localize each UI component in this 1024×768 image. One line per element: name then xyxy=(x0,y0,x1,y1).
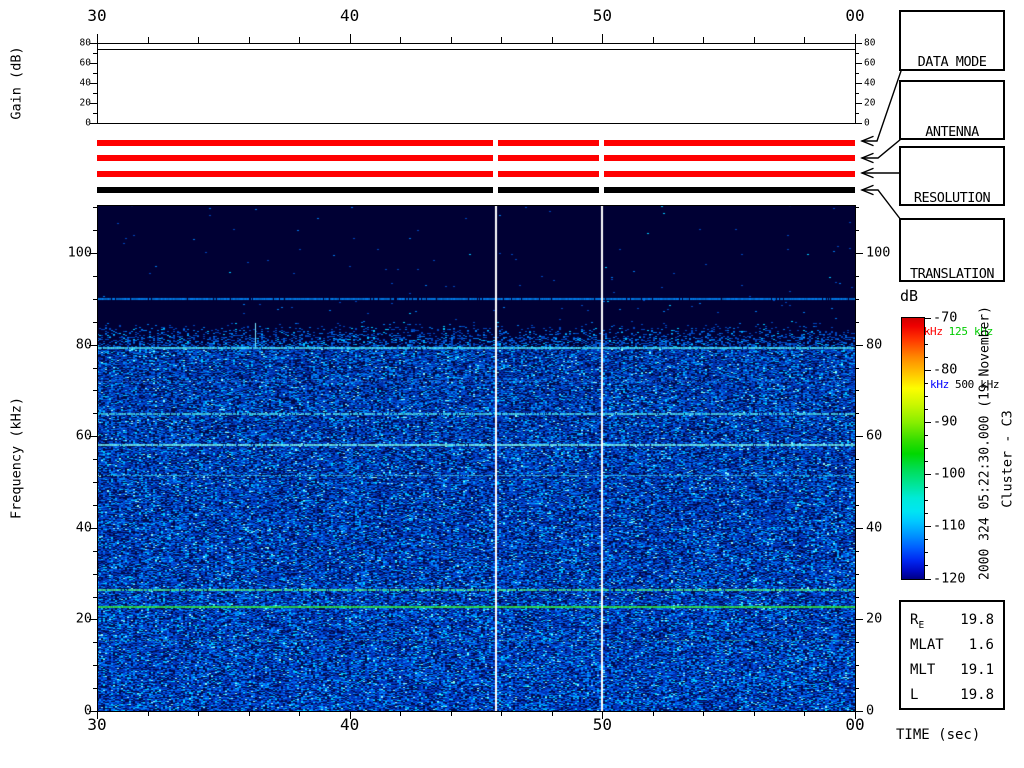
tick-label-freq-right-3: 40 xyxy=(866,519,883,536)
spacecraft-label: Cluster - C3 xyxy=(999,410,1016,508)
ephemeris-value: 19.8 xyxy=(960,687,994,703)
translation-title: TRANSLATION xyxy=(910,266,994,282)
data-mode-box: DATA MODE DSNFilterDC xyxy=(899,10,1005,134)
ephemeris-value: 19.8 xyxy=(960,612,994,628)
antenna-title: ANTENNA xyxy=(925,124,979,140)
ephemeris-row-re: RE 19.8 xyxy=(901,612,1003,637)
tick-label-freq-right-1: 80 xyxy=(866,335,883,352)
data-mode-bar xyxy=(498,140,599,146)
tick-label-freq-right-5: 0 xyxy=(866,702,875,719)
tick-label-freq-left-0: 100 xyxy=(67,244,92,261)
tick-label-colorbar-2: -90 xyxy=(933,413,958,430)
tick-label-gain-right-3: 20 xyxy=(864,97,876,109)
ephemeris-box: RE 19.8 MLAT 1.6 MLT 19.1 L 19.8 xyxy=(899,600,1005,710)
tick-label-time-top-3: 00 xyxy=(845,6,865,25)
tick-label-colorbar-3: -100 xyxy=(933,465,966,482)
time-axis-title: TIME (sec) xyxy=(896,727,981,743)
data-mode-bar xyxy=(97,140,493,146)
tick-label-time-bottom-3: 00 xyxy=(845,715,865,734)
colorbar-gradient xyxy=(901,317,925,580)
tick-label-freq-left-4: 20 xyxy=(75,610,92,627)
tick-label-gain-left-0: 80 xyxy=(79,37,91,49)
ephemeris-row-l: L 19.8 xyxy=(901,687,1003,712)
tick-label-freq-right-4: 20 xyxy=(866,610,883,627)
ephemeris-label: L xyxy=(910,687,919,703)
resolution-bar xyxy=(604,171,855,177)
resolution-bar xyxy=(498,171,599,177)
tick-label-gain-left-2: 40 xyxy=(79,77,91,89)
tick-label-time-bottom-2: 50 xyxy=(592,715,612,734)
tick-label-time-top-2: 50 xyxy=(592,6,612,25)
tick-label-freq-left-2: 60 xyxy=(75,427,92,444)
tick-label-time-bottom-0: 30 xyxy=(87,715,107,734)
data-mode-bar xyxy=(604,140,855,146)
tick-label-time-bottom-1: 40 xyxy=(340,715,360,734)
resolution-box: RESOLUTION 8-bit4-bit1-bit xyxy=(899,146,1005,276)
tick-label-freq-left-5: 0 xyxy=(83,702,92,719)
wbd-spectrogram-page: Gain (dB) Frequency (kHz) DATA MODE DSNF… xyxy=(0,0,1024,768)
ephemeris-value: 1.6 xyxy=(968,637,994,653)
tick-label-gain-right-4: 0 xyxy=(864,117,870,129)
translation-bar xyxy=(604,187,855,193)
antenna-bar xyxy=(498,155,599,161)
ephemeris-label: MLT xyxy=(910,662,936,678)
tick-label-freq-left-3: 40 xyxy=(75,519,92,536)
tick-label-time-top-0: 30 xyxy=(87,6,107,25)
ephemeris-value: 19.1 xyxy=(960,662,994,678)
tick-label-freq-left-1: 80 xyxy=(75,335,92,352)
resolution-title: RESOLUTION xyxy=(913,190,991,206)
ephemeris-row-mlt: MLT 19.1 xyxy=(901,662,1003,687)
translation-box: TRANSLATION 0 kHz 125 kHz 250 kHz 500 kHz xyxy=(899,218,1005,391)
antenna-box: ANTENNA EzBxByEy xyxy=(899,80,1005,206)
tick-label-gain-left-4: 0 xyxy=(85,117,91,129)
tick-label-freq-right-2: 60 xyxy=(866,427,883,444)
resolution-bar xyxy=(97,171,493,177)
colorbar-title: dB xyxy=(900,287,919,305)
tick-label-colorbar-5: -120 xyxy=(933,569,966,586)
tick-label-gain-right-0: 80 xyxy=(864,37,876,49)
translation-bar xyxy=(97,187,493,193)
antenna-bar xyxy=(97,155,493,161)
timestamp-label: 2000 324 05:22:30.000 (19 November) xyxy=(977,306,993,580)
tick-label-time-top-1: 40 xyxy=(340,6,360,25)
tick-label-colorbar-1: -80 xyxy=(933,360,958,377)
antenna-bar xyxy=(604,155,855,161)
tick-label-colorbar-0: -70 xyxy=(933,308,958,325)
tick-label-gain-left-1: 60 xyxy=(79,57,91,69)
tick-label-colorbar-4: -110 xyxy=(933,517,966,534)
ephemeris-row-mlat: MLAT 1.6 xyxy=(901,637,1003,662)
gain-axis-title: Gain (dB) xyxy=(8,46,25,120)
frequency-axis-title: Frequency (kHz) xyxy=(8,397,25,519)
tick-label-gain-right-2: 40 xyxy=(864,77,876,89)
tick-label-freq-right-0: 100 xyxy=(866,244,891,261)
ephemeris-label: MLAT xyxy=(910,637,944,653)
axes-layer xyxy=(89,34,931,719)
data-mode-title: DATA MODE xyxy=(917,54,987,70)
ephemeris-label: RE xyxy=(910,612,925,631)
tick-label-gain-right-1: 60 xyxy=(864,57,876,69)
translation-bar xyxy=(498,187,599,193)
tick-label-gain-left-3: 20 xyxy=(79,97,91,109)
